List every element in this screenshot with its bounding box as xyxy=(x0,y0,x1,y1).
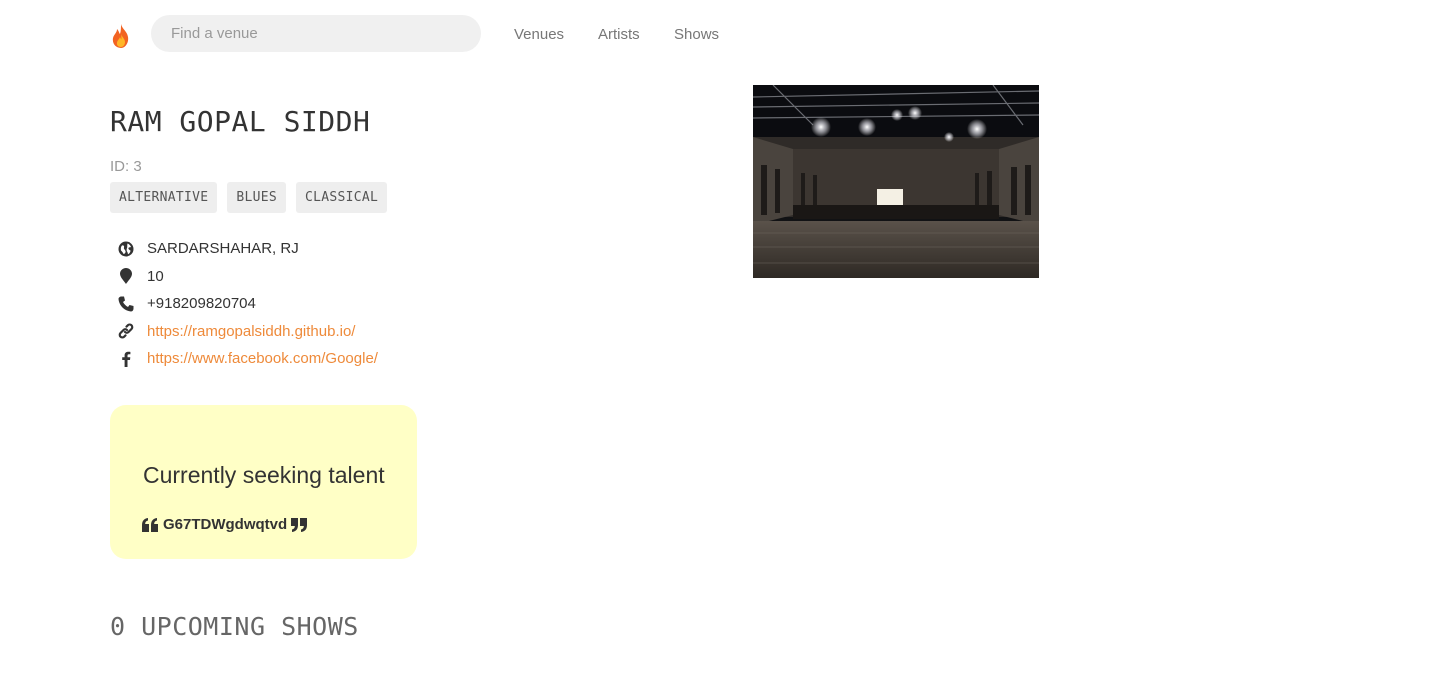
globe-icon xyxy=(117,240,135,258)
website-link[interactable]: https://ramgopalsiddh.github.io/ xyxy=(147,323,355,340)
nav-link-artists[interactable]: Artists xyxy=(598,26,640,44)
address: 10 xyxy=(147,267,164,285)
seeking-talent-card: Currently seeking talent G67TDWgdwqtvd xyxy=(110,405,417,559)
map-marker-icon xyxy=(117,267,135,285)
link-icon xyxy=(117,322,135,340)
nav-link-shows[interactable]: Shows xyxy=(674,26,719,44)
genre-tag: CLASSICAL xyxy=(296,182,388,213)
venue-name: RAM GOPAL SIDDH xyxy=(110,105,371,138)
quote-right-icon xyxy=(291,517,308,532)
genre-tag: ALTERNATIVE xyxy=(110,182,218,213)
venue-info-list: SARDARSHAHAR, RJ 10 +918209820704 https: xyxy=(117,235,378,373)
venue-image xyxy=(753,85,1039,278)
facebook-row: https://www.facebook.com/Google/ xyxy=(117,345,378,373)
facebook-icon xyxy=(117,350,135,368)
address-row: 10 xyxy=(117,263,378,291)
venue-id: ID: 3 xyxy=(110,158,142,175)
seeking-description: G67TDWgdwqtvd xyxy=(142,516,308,533)
nav-link-venues[interactable]: Venues xyxy=(514,26,564,44)
city-state-row: SARDARSHAHAR, RJ xyxy=(117,235,378,263)
genre-tags: ALTERNATIVE BLUES CLASSICAL xyxy=(110,182,388,213)
city-state: SARDARSHAHAR, RJ xyxy=(147,240,299,258)
navbar: Venues Artists Shows xyxy=(0,0,1443,70)
upcoming-shows-heading: 0 UPCOMING SHOWS xyxy=(110,612,359,641)
phone-icon xyxy=(117,295,135,313)
website-row: https://ramgopalsiddh.github.io/ xyxy=(117,318,378,346)
phone-row: +918209820704 xyxy=(117,290,378,318)
seeking-description-text: G67TDWgdwqtvd xyxy=(163,516,288,533)
quote-left-icon xyxy=(142,517,159,532)
genre-tag: BLUES xyxy=(227,182,287,213)
seeking-title: Currently seeking talent xyxy=(143,462,385,488)
phone-number: +918209820704 xyxy=(147,295,256,313)
facebook-link[interactable]: https://www.facebook.com/Google/ xyxy=(147,350,378,367)
search-input[interactable] xyxy=(151,15,481,52)
fire-icon[interactable] xyxy=(109,23,133,49)
